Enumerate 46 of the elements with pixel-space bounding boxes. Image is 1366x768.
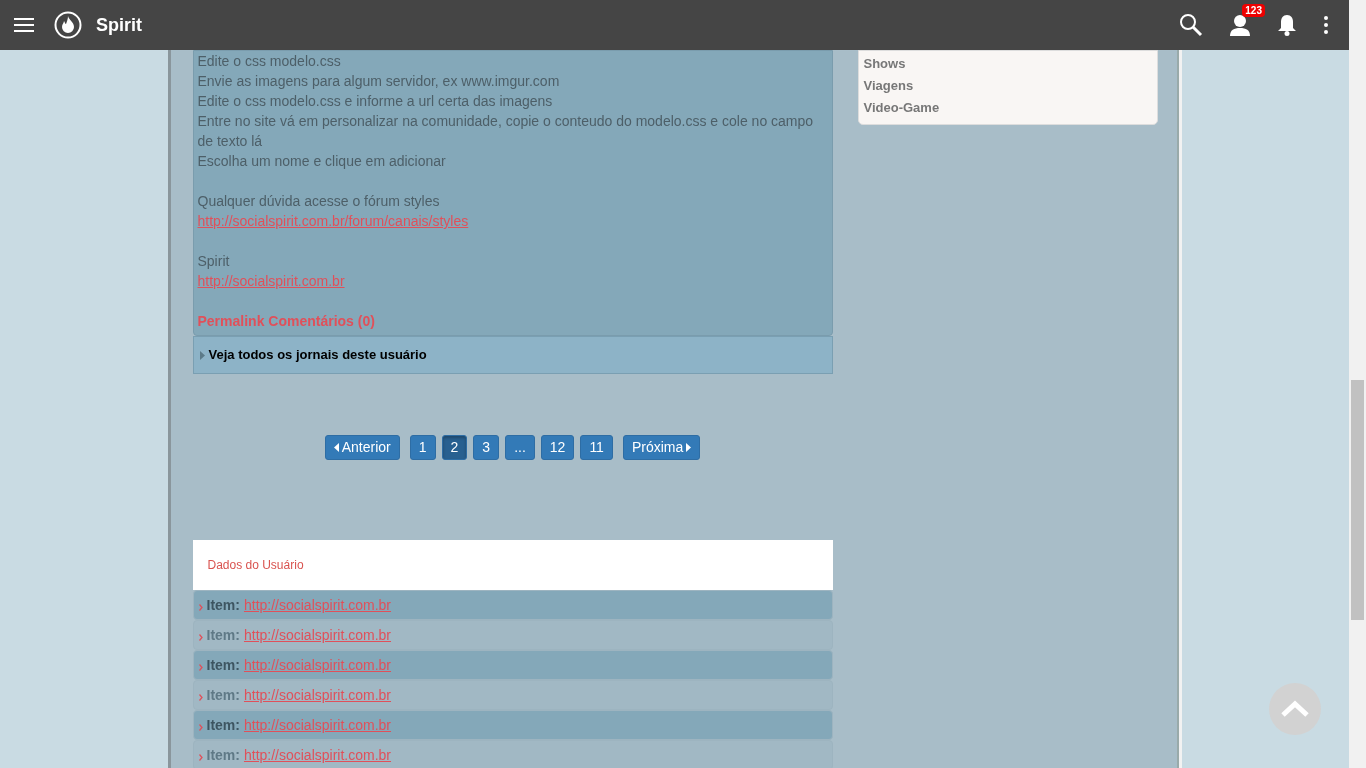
- scrollbar[interactable]: [1349, 0, 1366, 768]
- scrollbar-thumb[interactable]: [1351, 380, 1364, 620]
- item-label: Item:: [206, 655, 240, 675]
- page-button[interactable]: 1: [409, 435, 436, 460]
- journal-text: Edite o css modelo.css: [197, 52, 342, 71]
- all-journals-link[interactable]: Veja todos os jornais deste usuário: [192, 336, 833, 374]
- journal-text: Edite o css modelo.css e informe a url certa das imagens: [197, 92, 554, 111]
- user-icon[interactable]: [1229, 14, 1251, 36]
- caret-icon: [686, 443, 692, 452]
- item-label: Item:: [206, 625, 240, 645]
- next-button[interactable]: Próxima: [622, 435, 701, 460]
- item-label: Item:: [206, 595, 240, 615]
- previous-button[interactable]: Anterior: [324, 435, 400, 460]
- menu-icon[interactable]: [14, 17, 34, 33]
- bell-icon[interactable]: [1277, 14, 1297, 36]
- more-options-icon[interactable]: [1323, 15, 1329, 35]
- page-button[interactable]: 3: [473, 435, 500, 460]
- app-title[interactable]: Spirit: [96, 11, 142, 39]
- notification-count: 123: [1242, 4, 1265, 17]
- search-icon[interactable]: [1179, 13, 1203, 37]
- chevron-icon: [198, 753, 203, 761]
- chevron-icon: [198, 663, 203, 671]
- chevron-icon: [198, 693, 203, 701]
- page-button[interactable]: 11: [580, 435, 613, 460]
- item-label: Item:: [206, 715, 240, 735]
- chevron-icon: [198, 723, 203, 731]
- category-link[interactable]: Viagens: [863, 78, 914, 93]
- section-title: Dados do Usuário: [207, 557, 304, 574]
- journal-text: Spirit: [197, 252, 231, 271]
- item-label: Item:: [206, 685, 240, 705]
- page-button[interactable]: ...: [505, 435, 535, 460]
- journal-text: Escolha um nome e clique em adicionar: [197, 152, 447, 171]
- chevron-icon: [198, 633, 203, 641]
- item-label: Item:: [206, 745, 240, 765]
- chevron-up-icon: [1280, 699, 1310, 719]
- journal-text: Envie as imagens para algum servidor, ex www.imgur.com: [197, 72, 561, 91]
- flame-logo-icon: [54, 11, 82, 39]
- page-button[interactable]: 2: [441, 435, 468, 460]
- category-link[interactable]: Shows: [863, 56, 906, 71]
- category-link[interactable]: Video-Game: [863, 100, 940, 115]
- journal-text: Entre no site vá em personalizar na comunidade, copie o conteudo do modelo.css e cole no campo de texto lá: [197, 112, 815, 151]
- journal-text: Qualquer dúvida acesse o fórum styles: [197, 192, 441, 211]
- caret-icon: [333, 443, 339, 452]
- triangle-icon: [199, 350, 205, 360]
- chevron-icon: [198, 603, 203, 611]
- page-button[interactable]: 12: [540, 435, 575, 460]
